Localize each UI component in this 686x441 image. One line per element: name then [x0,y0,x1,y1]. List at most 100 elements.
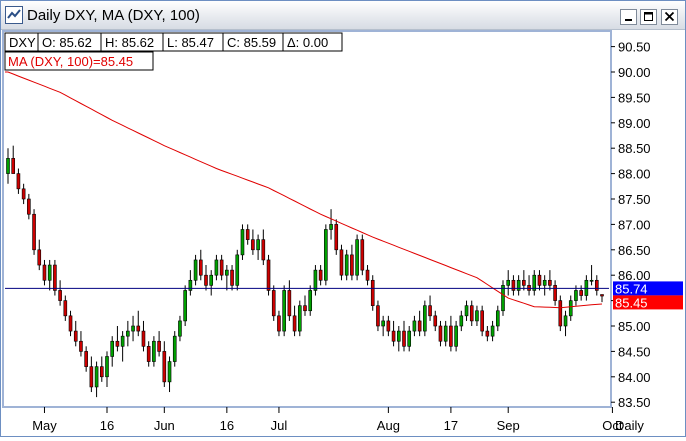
candle-body-up [110,340,115,357]
candle [370,275,375,311]
legend-delta: Δ: 0.00 [287,35,328,50]
candle-body-down [402,330,406,347]
candle-body-down [245,229,250,240]
candle-body-down [11,158,16,174]
candle-body-up [574,290,578,301]
candle-body-up [240,229,245,256]
candle [360,234,365,276]
candle [558,295,563,332]
candle-body-up [120,335,125,347]
candle-body-down [63,300,68,317]
plot-frame [2,30,612,408]
candle-body-down [303,305,307,312]
candle-body-down [292,315,297,332]
candle [240,224,245,260]
candle-body-up [563,315,568,327]
candle-body-down [391,330,396,342]
x-tick-label: 17 [444,418,458,433]
ma-legend-label: MA (DXY, 100)=85.45 [8,54,133,69]
minimize-button[interactable] [620,9,637,25]
candle-body-down [360,239,365,271]
candle-body-down [277,315,281,332]
candle-body-down [511,279,516,291]
candle-body-up [324,229,328,281]
candle-body-up [313,269,318,291]
candle-body-down [339,249,344,276]
last-price-tag-label: 85.74 [615,281,648,296]
candle-body-up [235,254,240,286]
candle-body-up [516,279,521,291]
candle-body-down [89,366,94,388]
candle-body-up [459,315,464,327]
candle-body-up [152,340,156,362]
candle-body-down [37,249,42,266]
y-tick-label: 89.00 [618,116,651,131]
candle-body-up [167,361,172,383]
candle-body-down [58,290,62,301]
candle-body-up [381,320,385,327]
candle-body-down [27,198,31,215]
candle-body-down [79,340,83,352]
candle-body-down [558,300,563,327]
x-tick-label: Aug [377,418,400,433]
candle-body-up [193,259,198,281]
candle-body-up [443,325,448,342]
candle-body-down [219,259,224,276]
candle-body-up [407,330,412,347]
candle [334,219,339,255]
price-chart[interactable]: 90.50 90.00 89.50 89.00 88.50 88.00 87.50 87.00… [1,30,685,436]
candle-body-down [522,279,526,286]
ohlc-legend: DXY O: 85.62 H: 85.62 L: 85.47 C: 85.59 … [4,32,343,52]
candle-body-up [308,290,313,312]
candle-body-down [136,325,141,332]
candle-body-up [126,330,130,337]
candle [235,249,240,291]
y-tick-label: 84.00 [618,370,651,385]
candle-body-down [157,340,161,352]
candle-body-down [449,325,453,347]
y-tick-label: 88.00 [618,167,651,182]
candle-body-up [454,325,458,347]
ma-legend: MA (DXY, 100)=85.45 [4,51,154,71]
candle-body-down [271,290,276,317]
x-tick-label: May [32,418,57,433]
y-tick-label: 87.50 [618,192,651,207]
y-tick-label: 86.50 [618,243,651,258]
candle-body-up [412,320,417,332]
maximize-button[interactable] [640,9,657,25]
candle-body-down [261,239,266,261]
candle-body-up [589,279,594,282]
x-tick-label: Jun [154,418,175,433]
candle-body-down [350,254,354,276]
legend-low: L: 85.47 [167,35,214,50]
candle-body-down [42,264,47,281]
x-tick-label: 16 [220,418,234,433]
candle-body-down [376,305,380,327]
candle-body-down [334,224,339,251]
candle-body-down [469,305,474,322]
candle-body-down [84,351,88,367]
candle [423,300,427,337]
candle-body-up [344,254,349,276]
candle-body-up [501,285,505,312]
candle-body-down [370,279,375,306]
y-tick-label: 87.00 [618,217,651,232]
candle-body-down [428,305,432,317]
candle-body-up [47,264,52,281]
candle-body-up [6,158,10,174]
candle-body-down [16,173,21,190]
window-title: Daily DXY, MA (DXY, 100) [27,7,200,24]
title-bar[interactable]: Daily DXY, MA (DXY, 100) [1,1,685,30]
candle [183,285,187,326]
candle-body-up [475,310,479,322]
candle [282,285,286,337]
candle-body-down [266,259,271,291]
candle [32,209,36,255]
chart-area[interactable]: 90.50 90.00 89.50 89.00 88.50 88.00 87.50 87.00… [1,30,685,436]
candle-body-down [68,315,73,332]
close-button[interactable] [661,9,678,25]
candle-body-up [172,335,177,362]
candle-body-up [183,290,187,322]
y-tick-label: 90.50 [618,40,651,55]
candle-body-up [506,279,511,286]
